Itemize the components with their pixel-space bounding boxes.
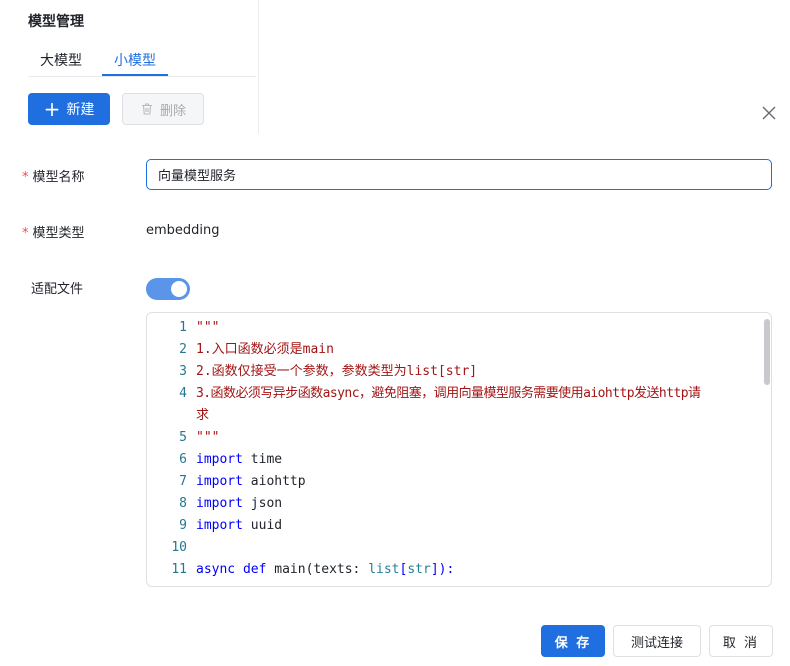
line-number: 7 [179,474,187,489]
delete-button[interactable]: 删除 [122,93,204,125]
code-bracket: ]): [430,562,455,577]
code-text: 求 [196,408,210,423]
model-tabs: 大模型 小模型 [28,42,256,77]
code-text: 3.函数必须写异步函数async，避免阻塞，调用向量模型服务需要使用aiohtt… [196,386,701,401]
trash-icon [141,103,152,115]
editor-scrollbar[interactable] [764,319,770,385]
line-number: 8 [179,496,187,511]
toggle-knob [171,281,187,297]
code-keyword: async [196,562,236,577]
code-text: aiohttp [242,474,306,489]
code-text: time [242,452,283,467]
adapter-file-toggle[interactable] [146,278,190,300]
code-text: """ [196,320,220,335]
line-number: 9 [179,518,187,533]
code-keyword: import [196,518,243,533]
close-icon[interactable] [760,104,778,122]
active-tab-indicator [102,74,168,76]
code-text: 2.函数仅接受一个参数，参数类型为list[str] [196,364,478,379]
code-type: list [368,562,400,577]
adapter-file-label: 适配文件 [31,282,84,297]
line-number: 2 [179,342,187,357]
line-number: 6 [179,452,187,467]
panel-divider [258,0,259,134]
code-keyword: def [242,562,267,577]
required-mark: * [22,170,29,185]
code-keyword: import [196,452,243,467]
plus-icon: + [43,97,61,121]
test-connection-button[interactable]: 测试连接 [613,625,701,657]
code-text: main(texts: [266,562,369,577]
line-number: 11 [171,562,187,577]
new-button-label: 新建 [66,102,95,118]
code-keyword: import [196,496,243,511]
tab-small-model[interactable]: 小模型 [114,50,156,70]
model-name-label: * 模型名称 [22,170,85,185]
code-text: json [242,496,283,511]
save-button[interactable]: 保 存 [541,625,605,657]
required-mark: * [22,226,29,241]
model-type-value: embedding [146,223,220,238]
line-number: 10 [171,540,187,555]
code-type: str [407,562,431,577]
line-number: 4 [179,386,187,401]
code-text: uuid [242,518,283,533]
code-text: """ [196,430,220,445]
model-type-label: * 模型类型 [22,226,85,241]
tab-large-model[interactable]: 大模型 [40,50,82,70]
code-keyword: import [196,474,243,489]
page-title: 模型管理 [28,14,84,30]
cancel-button[interactable]: 取 消 [709,625,773,657]
code-editor[interactable]: 1 """ 2 1.入口函数必须是main 3 2.函数仅接受一个参数，参数类型… [146,312,772,587]
delete-button-label: 删除 [159,103,186,119]
new-button[interactable]: + 新建 [28,93,110,125]
model-name-input[interactable] [146,159,772,190]
line-number: 3 [179,364,187,379]
line-number: 5 [179,430,187,445]
code-text: 1.入口函数必须是main [196,342,334,357]
line-number: 1 [179,320,187,335]
